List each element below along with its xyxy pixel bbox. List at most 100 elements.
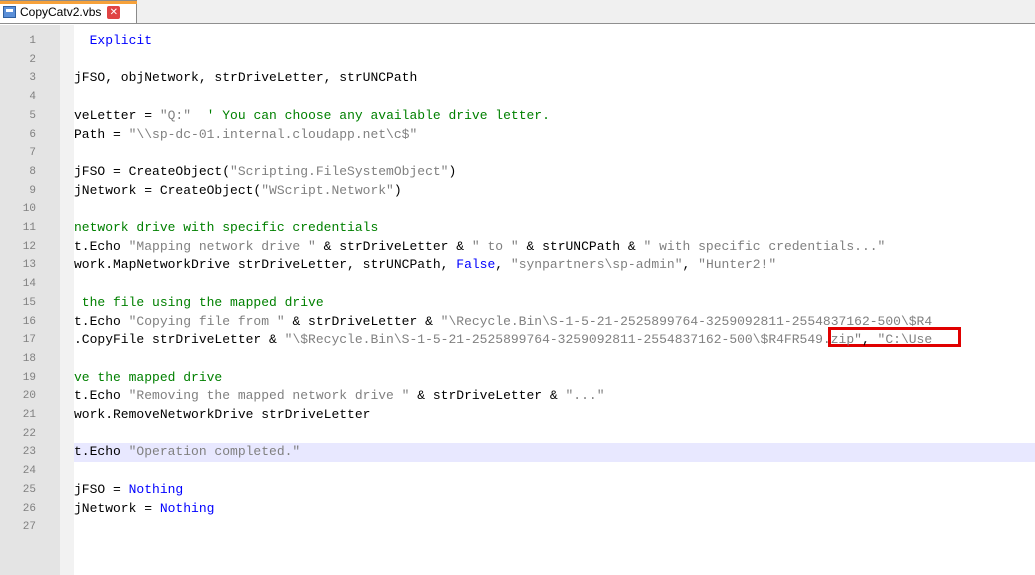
code-token: Nothing — [128, 481, 184, 497]
code-token: "\$Recycle.Bin\S-1-5-21-2525899764-32590… — [284, 332, 862, 348]
code-token: Path = — [74, 126, 129, 142]
code-line: the file using the mapped drive — [74, 294, 324, 313]
line-number: 20 — [22, 390, 36, 403]
tab-active-accent — [0, 1, 137, 4]
code-token: & strDriveLetter & — [409, 388, 566, 404]
line-number: 25 — [22, 483, 36, 496]
code-token: t.Echo — [74, 313, 129, 329]
line-number: 3 — [29, 72, 36, 85]
code-token: jFSO = — [74, 481, 129, 497]
line-number: 15 — [22, 296, 36, 309]
tab-filename: CopyCatv2.vbs — [20, 5, 102, 19]
code-token: t.Echo — [74, 444, 129, 460]
code-line: t.Echo "Copying file from " & strDriveLe… — [74, 313, 932, 332]
code-token: .CopyFile strDriveLetter & — [74, 332, 285, 348]
line-number: 6 — [29, 128, 36, 141]
line-number: 1 — [29, 35, 36, 47]
code-line: Path = "\\sp-dc-01.internal.cloudapp.net… — [74, 126, 417, 145]
code-token: jFSO, objNetwork, strDriveLetter, strUNC… — [74, 70, 418, 86]
code-token: jFSO = CreateObject( — [74, 163, 231, 179]
line-number: 19 — [22, 371, 36, 384]
code-token: , — [682, 257, 699, 273]
code-token: " with specific credentials..." — [643, 238, 886, 254]
code-token: & strDriveLetter & — [315, 238, 472, 254]
code-token: "synpartners\sp-admin" — [510, 257, 683, 273]
code-line: network drive with specific credentials — [74, 219, 378, 238]
code-token: ) — [393, 182, 402, 198]
code-token: work.MapNetworkDrive strDriveLetter, str… — [74, 257, 457, 273]
code-line: t.Echo "Removing the mapped network driv… — [74, 387, 605, 406]
code-token: ' You can choose any available drive let… — [191, 107, 550, 123]
code-token: "\\sp-dc-01.internal.cloudapp.net\c$" — [128, 126, 418, 142]
code-line: t.Echo "Mapping network drive " & strDri… — [74, 238, 885, 257]
code-line: jNetwork = CreateObject("WScript.Network… — [74, 182, 402, 201]
code-line: work.RemoveNetworkDrive strDriveLetter — [74, 406, 370, 425]
code-token: ) — [448, 163, 457, 179]
code-token: jNetwork = — [74, 500, 160, 516]
code-line: jFSO = Nothing — [74, 481, 183, 500]
code-line: Explicit — [74, 32, 152, 51]
line-number: 22 — [22, 427, 36, 440]
code-line: jNetwork = Nothing — [74, 500, 214, 519]
code-token: "C:\Use — [877, 332, 933, 348]
line-number: 23 — [22, 446, 36, 459]
code-token: t.Echo — [74, 238, 129, 254]
saved-file-icon — [3, 6, 16, 18]
line-number: 7 — [29, 147, 36, 160]
code-token: "Scripting.FileSystemObject" — [230, 163, 449, 179]
code-token: , — [861, 332, 878, 348]
code-token: "..." — [565, 388, 605, 404]
code-line: jFSO = CreateObject("Scripting.FileSyste… — [74, 163, 456, 182]
code-token: Explicit — [74, 33, 153, 48]
code-token: & strDriveLetter & — [284, 313, 441, 329]
code-token: network drive with specific credentials — [74, 220, 379, 235]
line-number: 12 — [22, 240, 36, 253]
code-token: "Copying file from " — [128, 313, 285, 329]
code-token: ve the mapped drive — [74, 369, 223, 385]
line-number: 24 — [22, 465, 36, 478]
code-token: False — [456, 257, 496, 273]
line-number: 5 — [29, 109, 36, 122]
code-editor[interactable]: Explicit jFSO, objNetwork, strDriveLetter… — [74, 25, 1035, 575]
code-token: the file using the mapped drive — [74, 294, 324, 310]
code-line: .CopyFile strDriveLetter & "\$Recycle.Bi… — [74, 331, 932, 350]
code-token: "Mapping network drive " — [128, 238, 316, 254]
code-token: "Q:" — [159, 107, 192, 123]
code-token: jNetwork = CreateObject( — [74, 182, 262, 198]
code-token: "Operation completed." — [128, 444, 301, 460]
code-token: "\Recycle.Bin\S-1-5-21-2525899764-325909… — [440, 313, 933, 329]
line-number: 2 — [29, 53, 36, 66]
code-line: ve the mapped drive — [74, 369, 222, 388]
code-line: t.Echo "Operation completed." — [74, 443, 300, 462]
tab-copycatv2-vbs[interactable]: CopyCatv2.vbs ✕ — [0, 0, 137, 23]
line-number: 27 — [22, 521, 36, 534]
line-number: 14 — [22, 278, 36, 291]
line-number: 4 — [29, 91, 36, 104]
code-token: "Removing the mapped network drive " — [128, 388, 410, 404]
line-number: 18 — [22, 352, 36, 365]
line-number: 11 — [22, 222, 36, 234]
line-number: 9 — [29, 184, 36, 197]
line-number: 16 — [22, 315, 36, 328]
code-line: jFSO, objNetwork, strDriveLetter, strUNC… — [74, 69, 417, 88]
code-token: " to " — [471, 238, 519, 254]
code-token: , — [495, 257, 511, 273]
code-line: work.MapNetworkDrive strDriveLetter, str… — [74, 256, 776, 275]
fold-margin — [60, 25, 74, 575]
code-token: work.RemoveNetworkDrive strDriveLetter — [74, 407, 371, 422]
code-token: veLetter = — [74, 107, 160, 123]
line-number: 26 — [22, 502, 36, 515]
code-token: t.Echo — [74, 388, 129, 404]
code-token: Nothing — [159, 500, 215, 516]
line-number: 21 — [22, 409, 36, 421]
code-line: veLetter = "Q:" ' You can choose any ava… — [74, 107, 550, 126]
line-number-gutter: 1 2 3 4 5 6 7 8 9 10 11 12 13 14 15 16 17 18 19 20 21 22 23 24 2… — [0, 25, 60, 575]
code-token: & strUNCPath & — [518, 238, 644, 254]
tab-bar: CopyCatv2.vbs ✕ — [0, 0, 1035, 24]
line-number: 10 — [22, 203, 36, 216]
line-number: 17 — [22, 334, 36, 347]
line-number: 13 — [22, 259, 36, 272]
close-icon[interactable]: ✕ — [107, 5, 121, 19]
line-number: 8 — [29, 165, 36, 178]
code-token: "Hunter2!" — [698, 257, 777, 273]
